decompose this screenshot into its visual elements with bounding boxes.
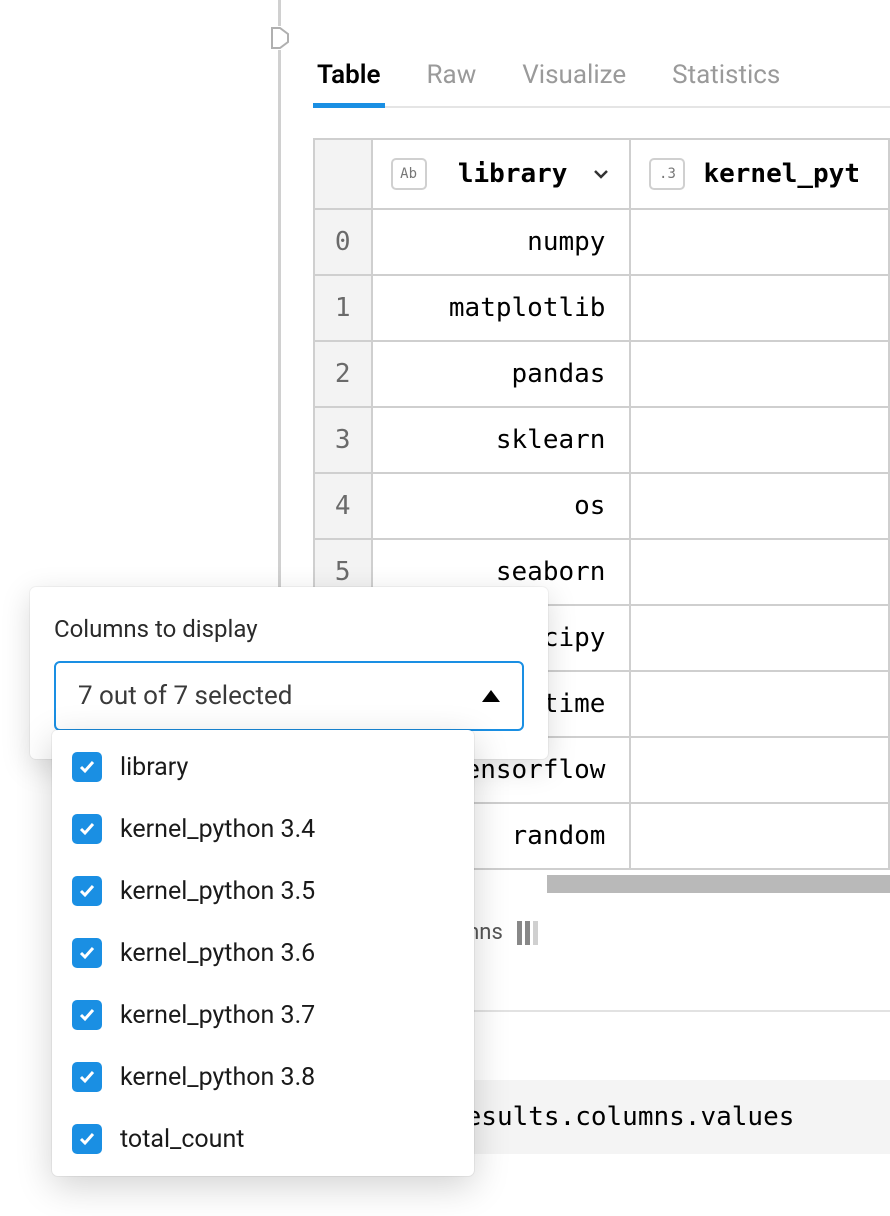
index-cell: 2 — [314, 341, 372, 407]
cell-library: os — [372, 473, 631, 539]
table-row[interactable]: 2pandas — [314, 341, 889, 407]
cell-kernel-python — [630, 275, 889, 341]
cell-kernel-python — [630, 605, 889, 671]
cell-library: sklearn — [372, 407, 631, 473]
cell-kernel-python — [630, 407, 889, 473]
checkbox-label: kernel_python 3.7 — [120, 1001, 315, 1030]
checkbox-option[interactable]: library — [72, 752, 454, 782]
triangle-up-icon — [482, 690, 500, 702]
select-value: 7 out of 7 selected — [78, 681, 292, 711]
columns-dropdown: library kernel_python 3.4 kernel_python 3.… — [52, 730, 474, 1176]
tabs-row: Table Raw Visualize Statistics — [313, 48, 890, 108]
horizontal-scrollbar[interactable] — [547, 875, 890, 893]
code-output: results.columns.values — [430, 1080, 890, 1154]
tab-raw[interactable]: Raw — [423, 48, 481, 106]
column-name: library — [441, 159, 578, 189]
table-row[interactable]: 0numpy — [314, 209, 889, 275]
cell-kernel-python — [630, 803, 889, 869]
cell-kernel-python — [630, 671, 889, 737]
checkbox-icon — [72, 1000, 102, 1030]
cell-library: matplotlib — [372, 275, 631, 341]
index-cell: 4 — [314, 473, 372, 539]
checkbox-label: total_count — [120, 1125, 244, 1154]
cell-library: numpy — [372, 209, 631, 275]
cell-library: pandas — [372, 341, 631, 407]
columns-select[interactable]: 7 out of 7 selected — [54, 661, 524, 731]
checkbox-icon — [72, 876, 102, 906]
checkbox-icon — [72, 1124, 102, 1154]
popup-title: Columns to display — [54, 615, 524, 643]
index-cell: 1 — [314, 275, 372, 341]
checkbox-icon — [72, 1062, 102, 1092]
index-cell: 0 — [314, 209, 372, 275]
checkbox-option[interactable]: kernel_python 3.7 — [72, 1000, 454, 1030]
column-header-kernel-python[interactable]: .3 kernel_pyt — [630, 139, 889, 209]
checkbox-label: library — [120, 753, 188, 782]
cell-kernel-python — [630, 473, 889, 539]
index-cell: 3 — [314, 407, 372, 473]
index-header[interactable] — [314, 139, 372, 209]
table-row[interactable]: 3sklearn — [314, 407, 889, 473]
type-badge-numeric: .3 — [649, 158, 685, 190]
checkbox-label: kernel_python 3.8 — [120, 1063, 315, 1092]
checkbox-option[interactable]: total_count — [72, 1124, 454, 1154]
columns-icon — [517, 921, 538, 945]
cell-kernel-python — [630, 341, 889, 407]
tab-visualize[interactable]: Visualize — [518, 48, 630, 106]
chevron-down-icon[interactable] — [591, 164, 611, 184]
column-header-library[interactable]: Ab library — [372, 139, 631, 209]
checkbox-label: kernel_python 3.4 — [120, 815, 315, 844]
collapse-handle[interactable] — [270, 26, 290, 50]
column-name: kernel_pyt — [699, 159, 870, 189]
cell-kernel-python — [630, 539, 889, 605]
checkbox-icon — [72, 938, 102, 968]
cell-kernel-python — [630, 737, 889, 803]
checkbox-option[interactable]: kernel_python 3.8 — [72, 1062, 454, 1092]
tab-table[interactable]: Table — [313, 48, 385, 106]
type-badge-text: Ab — [391, 158, 427, 190]
checkbox-icon — [72, 814, 102, 844]
table-row[interactable]: 4os — [314, 473, 889, 539]
table-row[interactable]: 1matplotlib — [314, 275, 889, 341]
checkbox-label: kernel_python 3.5 — [120, 877, 315, 906]
checkbox-option[interactable]: kernel_python 3.4 — [72, 814, 454, 844]
checkbox-option[interactable]: kernel_python 3.5 — [72, 876, 454, 906]
checkbox-icon — [72, 752, 102, 782]
tab-statistics[interactable]: Statistics — [668, 48, 784, 106]
checkbox-option[interactable]: kernel_python 3.6 — [72, 938, 454, 968]
checkbox-label: kernel_python 3.6 — [120, 939, 315, 968]
cell-kernel-python — [630, 209, 889, 275]
